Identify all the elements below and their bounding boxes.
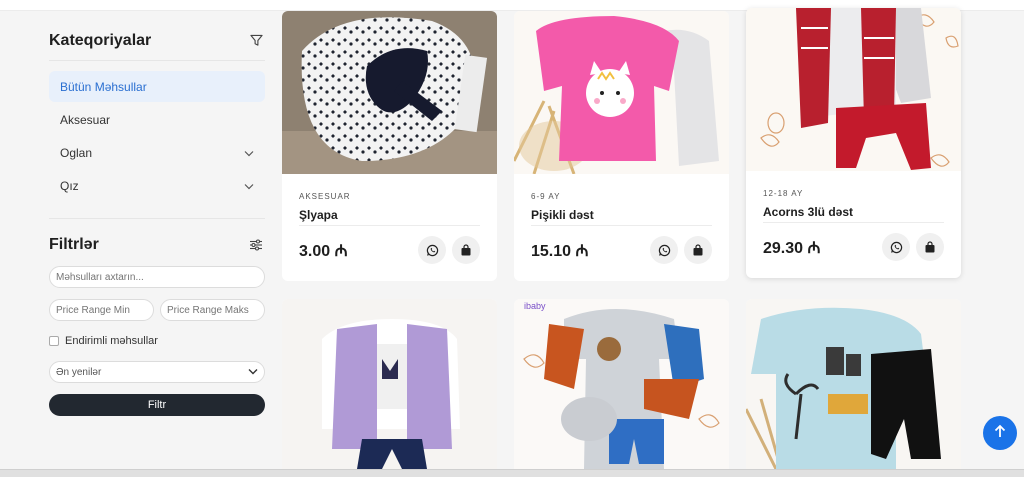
- category-list: Bütün Məhsullar Aksesuar Oglan Qız: [49, 71, 265, 201]
- product-price: 3.00 ₼: [299, 243, 348, 260]
- chevron-down-icon[interactable]: [244, 146, 254, 160]
- filters-header: Filtrlər: [49, 235, 265, 255]
- product-price: 15.10 ₼: [531, 243, 589, 260]
- category-item-girl[interactable]: Qız: [49, 170, 265, 201]
- product-category: AKSESUAR: [299, 192, 351, 201]
- sort-select[interactable]: Ən yenilər: [49, 361, 265, 383]
- product-price: 29.30 ₼: [763, 240, 821, 257]
- price-min-input[interactable]: [49, 299, 154, 321]
- sort-selected-value: Ən yenilər: [56, 366, 102, 378]
- category-item-all[interactable]: Bütün Məhsullar: [49, 71, 265, 102]
- shopping-bag-icon[interactable]: [452, 236, 480, 264]
- product-card[interactable]: 6-9 AY Pişikli dəst 15.10 ₼: [514, 11, 729, 281]
- product-name[interactable]: Şlyapa: [299, 208, 480, 226]
- category-item-accessories[interactable]: Aksesuar: [49, 104, 265, 135]
- discount-label: Endirimli məhsullar: [65, 335, 158, 347]
- scroll-to-top-button[interactable]: [983, 416, 1017, 450]
- chevron-down-icon[interactable]: [244, 179, 254, 193]
- chevron-down-icon: [248, 367, 258, 378]
- product-image-acorns-set[interactable]: [746, 8, 961, 171]
- product-card[interactable]: 12-18 AY Acorns 3lü dəst 29.30 ₼: [746, 8, 961, 278]
- arrow-up-icon: [994, 424, 1006, 443]
- sliders-icon[interactable]: [247, 236, 265, 254]
- product-image-romper-set[interactable]: ibaby: [514, 299, 729, 469]
- funnel-icon[interactable]: [247, 32, 265, 50]
- categories-header: Kateqoriyalar: [49, 25, 265, 61]
- whatsapp-icon[interactable]: [650, 236, 678, 264]
- whatsapp-icon[interactable]: [882, 233, 910, 261]
- category-label: Oglan: [60, 145, 93, 160]
- shopping-bag-icon[interactable]: [684, 236, 712, 264]
- horizontal-scrollbar[interactable]: [0, 469, 1024, 477]
- category-label: Qız: [60, 178, 79, 193]
- price-range: [49, 299, 265, 321]
- category-label: Bütün Məhsullar: [60, 79, 147, 94]
- category-label: Aksesuar: [60, 112, 111, 127]
- product-card[interactable]: [746, 299, 961, 469]
- discount-filter[interactable]: Endirimli məhsullar: [49, 334, 265, 348]
- whatsapp-icon[interactable]: [418, 236, 446, 264]
- categories-title: Kateqoriyalar: [49, 31, 152, 49]
- product-card[interactable]: ibaby: [514, 299, 729, 469]
- divider: [49, 218, 265, 219]
- search-input[interactable]: [49, 266, 265, 288]
- shopping-bag-icon[interactable]: [916, 233, 944, 261]
- sidebar: Kateqoriyalar Bütün Məhsullar Aksesuar O…: [49, 11, 265, 416]
- product-image-hat[interactable]: [282, 11, 497, 174]
- product-image-tropical-set[interactable]: [746, 299, 961, 469]
- product-category: 6-9 AY: [531, 192, 561, 201]
- filters-title: Filtrlər: [49, 236, 99, 253]
- discount-checkbox[interactable]: [49, 336, 59, 346]
- svg-text:ibaby: ibaby: [524, 301, 546, 311]
- product-card[interactable]: [282, 299, 497, 469]
- product-image-purple-vest[interactable]: [282, 299, 497, 469]
- product-name[interactable]: Pişikli dəst: [531, 208, 712, 226]
- category-item-boy[interactable]: Oglan: [49, 137, 265, 168]
- product-category: 12-18 AY: [763, 189, 804, 198]
- filter-button[interactable]: Filtr: [49, 394, 265, 416]
- price-max-input[interactable]: [160, 299, 265, 321]
- product-image-cat-set[interactable]: [514, 11, 729, 174]
- product-name[interactable]: Acorns 3lü dəst: [763, 205, 944, 223]
- product-card[interactable]: AKSESUAR Şlyapa 3.00 ₼: [282, 11, 497, 281]
